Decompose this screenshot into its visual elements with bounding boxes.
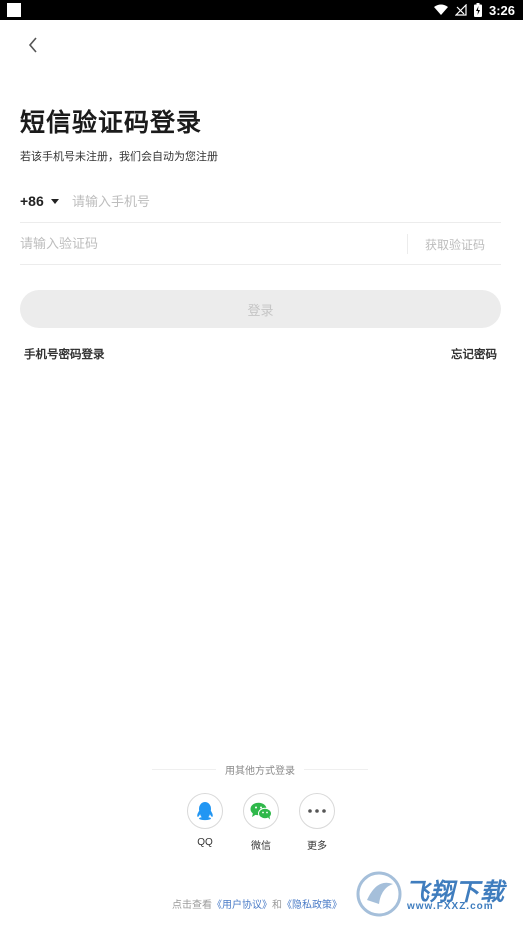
more-label: 更多 [307, 841, 327, 852]
page-subtitle: 若该手机号未注册，我们会自动为您注册 [20, 150, 218, 163]
verification-code-input[interactable] [20, 233, 390, 255]
more-login-button[interactable] [299, 793, 335, 829]
code-row: 获取验证码 [20, 224, 501, 265]
watermark-url: www.FXXZ.com [407, 901, 494, 912]
wechat-label: 微信 [251, 841, 271, 852]
other-login-header: 用其他方式登录 [152, 762, 368, 777]
more-dots-icon [308, 809, 326, 813]
back-button[interactable] [18, 32, 48, 58]
agreement-and: 和 [272, 900, 282, 911]
forgot-password-link[interactable]: 忘记密码 [451, 346, 497, 362]
get-code-button[interactable]: 获取验证码 [425, 236, 485, 253]
login-button[interactable]: 登录 [20, 290, 501, 328]
qq-label: QQ [197, 837, 213, 848]
password-login-link[interactable]: 手机号密码登录 [24, 346, 105, 362]
divider [407, 234, 408, 254]
chevron-left-icon [28, 37, 37, 53]
qq-icon [197, 802, 213, 821]
watermark-emblem-icon [356, 871, 402, 917]
wechat-icon [250, 802, 272, 820]
user-agreement-link[interactable]: 《用户协议》 [212, 900, 272, 911]
agreement-prefix: 点击查看 [172, 900, 212, 911]
no-signal-icon [454, 4, 467, 16]
status-bar: 3:26 [0, 0, 523, 20]
status-time: 3:26 [488, 2, 515, 18]
country-code-selector[interactable]: +86 [20, 193, 59, 209]
qq-login-button[interactable] [187, 793, 223, 829]
dropdown-triangle-icon [50, 198, 59, 204]
battery-charging-icon [473, 3, 482, 17]
app-notification-icon [7, 3, 21, 17]
phone-input[interactable] [72, 191, 472, 213]
privacy-policy-link[interactable]: 《隐私政策》 [282, 900, 342, 911]
wifi-icon [433, 4, 448, 15]
wechat-login-button[interactable] [243, 793, 279, 829]
watermark-logo: 飞翔下载 www.FXXZ.com [355, 868, 515, 920]
divider [304, 769, 368, 770]
country-code-label: +86 [20, 193, 44, 209]
page-title: 短信验证码登录 [20, 108, 203, 137]
phone-row: +86 [20, 182, 501, 223]
agreement-text: 点击查看《用户协议》和《隐私政策》 [172, 896, 342, 911]
